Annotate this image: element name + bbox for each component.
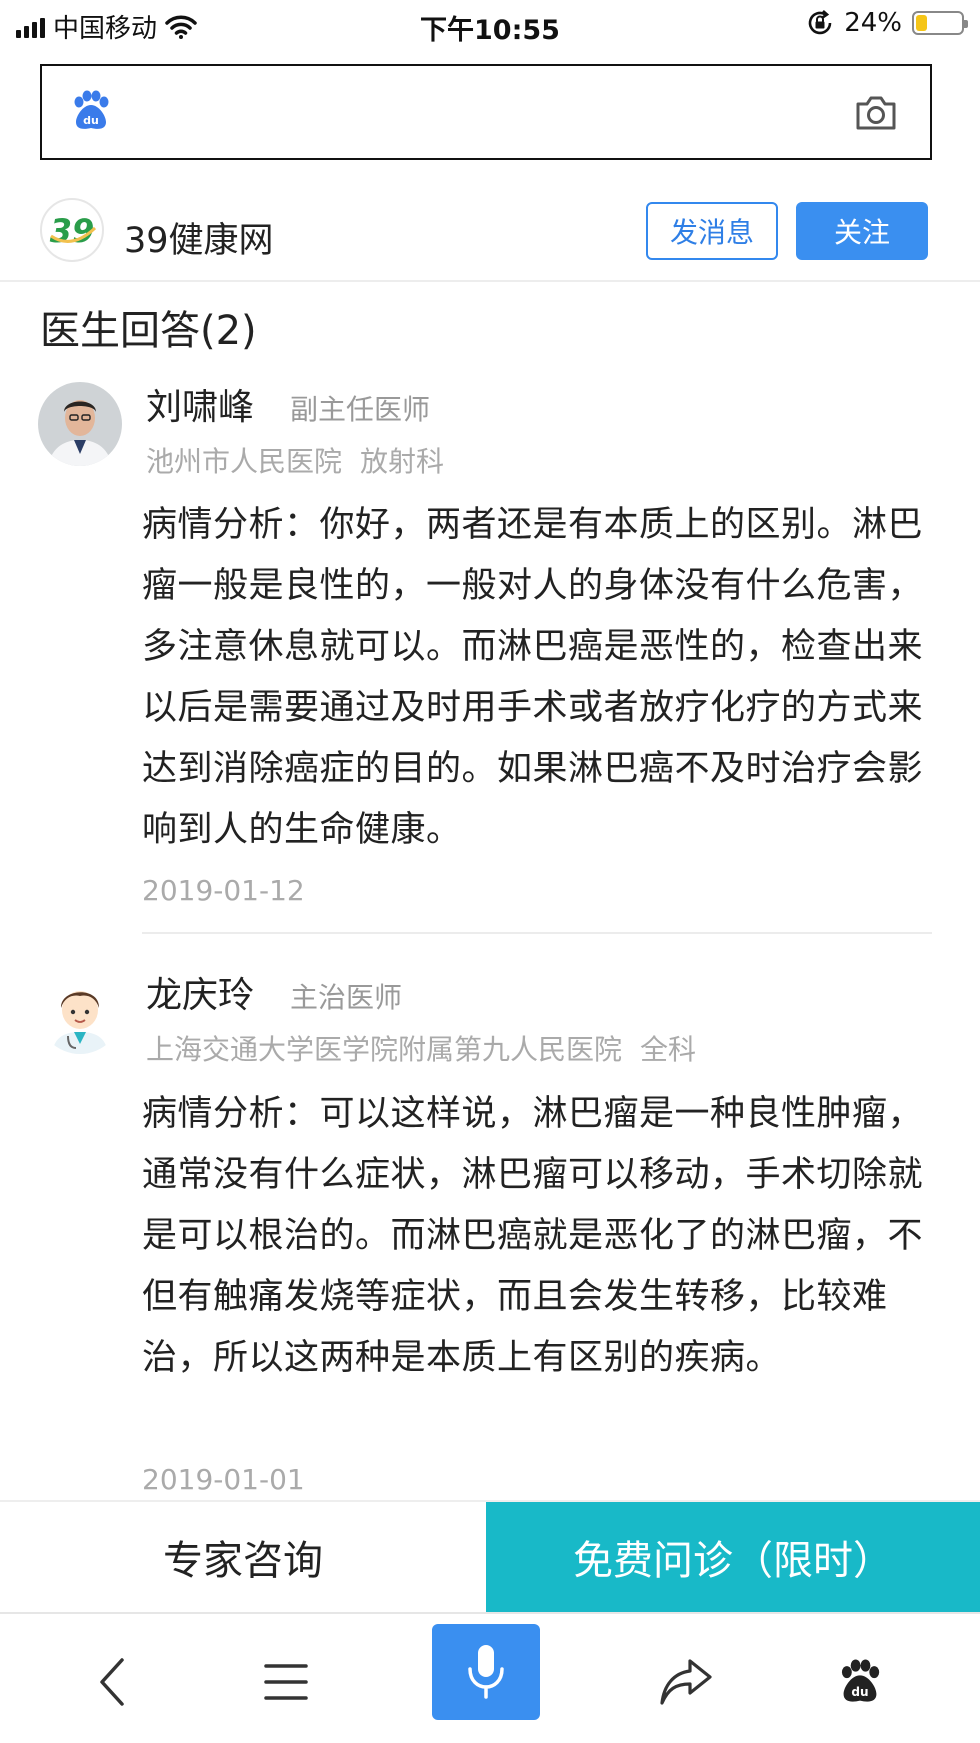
voice-search-button[interactable] <box>432 1624 540 1720</box>
answer-text: 病情分析：你好，两者还是有本质上的区别。淋巴瘤一般是良性的，一般对人的身体没有什… <box>142 505 924 850</box>
back-icon <box>100 1658 124 1706</box>
baidu-paw-icon: du <box>74 90 109 129</box>
bottom-nav: du <box>0 1612 980 1743</box>
battery-icon <box>912 11 968 35</box>
department-name: 放射科 <box>360 445 445 478</box>
status-right: 24% <box>806 8 968 38</box>
baidu-paw-icon: du <box>841 1659 880 1702</box>
battery-percent: 24% <box>844 8 902 38</box>
send-message-button[interactable]: 发消息 <box>646 202 778 260</box>
doctor-title: 副主任医师 <box>290 393 431 426</box>
site-header: 39 39健康网 发消息 关注 <box>0 190 980 282</box>
department-name: 全科 <box>640 1033 697 1066</box>
menu-button[interactable] <box>246 1642 326 1722</box>
follow-button[interactable]: 关注 <box>796 202 928 260</box>
avatar[interactable] <box>38 970 122 1054</box>
answer-text: 病情分析：可以这样说，淋巴瘤是一种良性肿瘤，通常没有什么症状，淋巴瘤可以移动，手… <box>142 1094 924 1378</box>
share-button[interactable] <box>646 1642 726 1722</box>
answer-date: 2019-01-01 <box>142 1463 305 1496</box>
svg-text:du: du <box>851 1685 868 1699</box>
divider <box>142 932 932 934</box>
svg-text:39: 39 <box>50 212 95 250</box>
camera-icon[interactable] <box>854 92 898 132</box>
search-bar[interactable]: du <box>40 64 932 160</box>
expert-consult-button[interactable]: 专家咨询 <box>0 1502 486 1612</box>
hospital-name: 上海交通大学医学院附属第九人民医院 <box>146 1033 623 1066</box>
39-logo-icon: 39 <box>50 212 97 250</box>
share-icon <box>660 1659 712 1705</box>
status-bar: 中国移动 下午10:55 24% <box>0 0 980 56</box>
back-button[interactable] <box>72 1642 152 1722</box>
cta-bar: 专家咨询 免费问诊（限时） <box>0 1500 980 1612</box>
avatar[interactable] <box>38 382 122 466</box>
hospital-name: 池州市人民医院 <box>146 445 343 478</box>
site-name[interactable]: 39健康网 <box>124 212 274 263</box>
microphone-icon <box>468 1645 504 1699</box>
doctor-title: 主治医师 <box>290 981 403 1014</box>
rotation-lock-icon <box>808 10 832 35</box>
baidu-home-button[interactable]: du <box>820 1642 900 1722</box>
doctor-name[interactable]: 刘啸峰 <box>146 378 254 430</box>
battery-level <box>916 15 927 31</box>
site-logo[interactable]: 39 <box>40 198 104 262</box>
answer-date: 2019-01-12 <box>142 874 305 907</box>
doctor-name[interactable]: 龙庆玲 <box>146 966 254 1018</box>
doctor-affiliation: 上海交通大学医学院附属第九人民医院 全科 <box>146 1028 696 1068</box>
svg-text:du: du <box>83 114 99 127</box>
menu-icon <box>264 1664 308 1700</box>
doctor-affiliation: 池州市人民医院 放射科 <box>146 440 444 480</box>
free-consult-button[interactable]: 免费问诊（限时） <box>486 1502 980 1612</box>
section-title: 医生回答(2) <box>40 308 257 354</box>
